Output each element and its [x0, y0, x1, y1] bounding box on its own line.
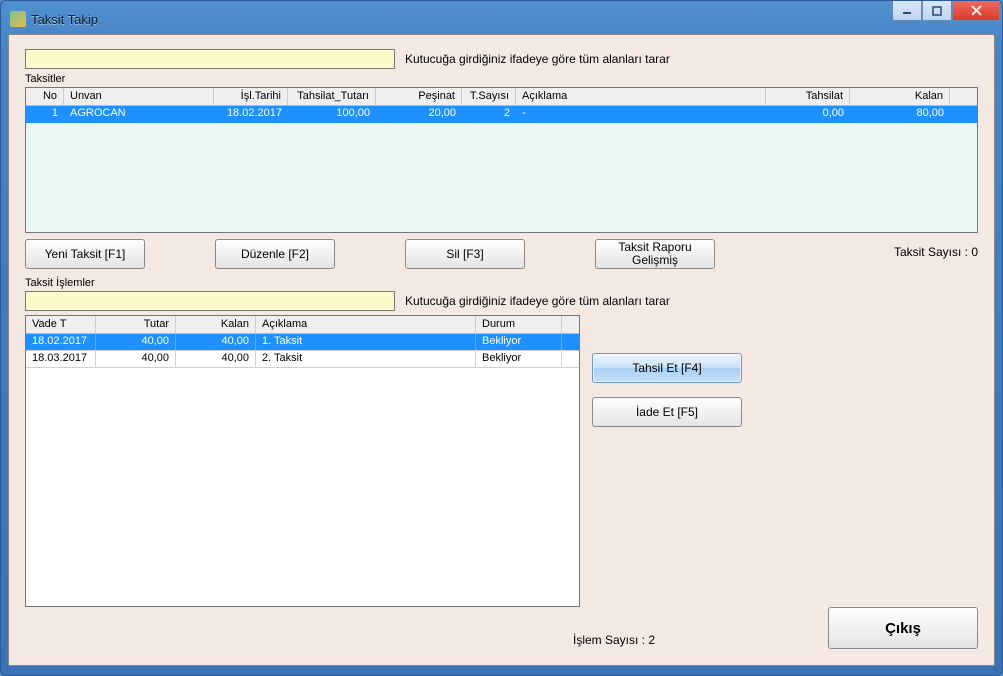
col-tahsilat[interactable]: Tahsilat [766, 88, 850, 105]
col-tahsilat-tutari[interactable]: Tahsilat_Tutarı [288, 88, 376, 105]
cell-tahsilat-tutari: 100,00 [288, 106, 376, 123]
cell-tahsilat: 0,00 [766, 106, 850, 123]
islemler-grid[interactable]: Vade T Tutar Kalan Açıklama Durum 18.02.… [25, 315, 580, 607]
islem-row[interactable]: 18.02.2017 40,00 40,00 1. Taksit Bekliyo… [26, 334, 579, 351]
col-unvan[interactable]: Unvan [64, 88, 214, 105]
taksitler-grid-header: No Unvan İşl.Tarihi Tahsilat_Tutarı Peşi… [26, 88, 977, 106]
col-aciklama[interactable]: Açıklama [516, 88, 766, 105]
report-button[interactable]: Taksit Raporu Gelişmiş [595, 239, 715, 269]
cell-kalan2: 40,00 [176, 351, 256, 367]
islem-search-input[interactable] [25, 291, 395, 311]
taksit-buttons-row: Yeni Taksit [F1] Düzenle [F2] Sil [F3] T… [25, 239, 978, 269]
cell-unvan: AGROCAN [64, 106, 214, 123]
side-buttons: Tahsil Et [F4] İade Et [F5] [592, 353, 742, 607]
islemler-grid-header: Vade T Tutar Kalan Açıklama Durum [26, 316, 579, 334]
cell-no: 1 [26, 106, 64, 123]
col-vade[interactable]: Vade T [26, 316, 96, 333]
top-search-hint: Kutucuğa girdiğiniz ifadeye göre tüm ala… [405, 52, 670, 66]
lower-area: Vade T Tutar Kalan Açıklama Durum 18.02.… [25, 315, 978, 607]
taksitler-label: Taksitler [25, 73, 978, 85]
cell-tutar: 40,00 [96, 334, 176, 350]
col-t-sayisi[interactable]: T.Sayısı [462, 88, 516, 105]
tahsil-et-button[interactable]: Tahsil Et [F4] [592, 353, 742, 383]
islem-count-label: İşlem Sayısı : 2 [573, 633, 655, 647]
cell-isl-tarihi: 18.02.2017 [214, 106, 288, 123]
app-window: Taksit Takip Kutucuğa girdiğiniz ifadeye… [0, 0, 1003, 676]
edit-button[interactable]: Düzenle [F2] [215, 239, 335, 269]
cell-vade: 18.02.2017 [26, 334, 96, 350]
cell-kalan2: 40,00 [176, 334, 256, 350]
new-taksit-button[interactable]: Yeni Taksit [F1] [25, 239, 145, 269]
cell-durum: Bekliyor [476, 351, 562, 367]
titlebar[interactable]: Taksit Takip [8, 8, 995, 30]
col-isl-tarihi[interactable]: İşl.Tarihi [214, 88, 288, 105]
taksitler-row[interactable]: 1 AGROCAN 18.02.2017 100,00 20,00 2 - 0,… [26, 106, 977, 123]
app-icon [10, 11, 26, 27]
cell-aciklama2: 1. Taksit [256, 334, 476, 350]
taksitler-grid[interactable]: No Unvan İşl.Tarihi Tahsilat_Tutarı Peşi… [25, 87, 978, 233]
col-pesinat[interactable]: Peşinat [376, 88, 462, 105]
exit-button[interactable]: Çıkış [828, 607, 978, 649]
cell-durum: Bekliyor [476, 334, 562, 350]
cell-vade: 18.03.2017 [26, 351, 96, 367]
cell-t-sayisi: 2 [462, 106, 516, 123]
col-no[interactable]: No [26, 88, 64, 105]
islem-search-hint: Kutucuğa girdiğiniz ifadeye göre tüm ala… [405, 294, 670, 308]
close-button[interactable] [952, 1, 1000, 21]
islemler-label: Taksit İşlemler [25, 277, 978, 289]
cell-aciklama2: 2. Taksit [256, 351, 476, 367]
window-title: Taksit Takip [31, 12, 98, 27]
cell-tutar: 40,00 [96, 351, 176, 367]
minimize-button[interactable] [892, 1, 922, 21]
islem-row[interactable]: 18.03.2017 40,00 40,00 2. Taksit Bekliyo… [26, 351, 579, 368]
iade-et-button[interactable]: İade Et [F5] [592, 397, 742, 427]
client-area: Kutucuğa girdiğiniz ifadeye göre tüm ala… [8, 34, 995, 666]
cell-aciklama: - [516, 106, 766, 123]
col-aciklama2[interactable]: Açıklama [256, 316, 476, 333]
delete-button[interactable]: Sil [F3] [405, 239, 525, 269]
col-kalan[interactable]: Kalan [850, 88, 950, 105]
cell-kalan: 80,00 [850, 106, 950, 123]
maximize-button[interactable] [922, 1, 952, 21]
col-tutar[interactable]: Tutar [96, 316, 176, 333]
taksit-count-label: Taksit Sayısı : 0 [894, 245, 978, 259]
top-search-input[interactable] [25, 49, 395, 69]
window-controls [892, 1, 1000, 21]
col-durum[interactable]: Durum [476, 316, 562, 333]
islem-search-row: Kutucuğa girdiğiniz ifadeye göre tüm ala… [25, 291, 978, 311]
cell-pesinat: 20,00 [376, 106, 462, 123]
top-search-row: Kutucuğa girdiğiniz ifadeye göre tüm ala… [25, 49, 978, 69]
col-kalan2[interactable]: Kalan [176, 316, 256, 333]
islemler-column: Vade T Tutar Kalan Açıklama Durum 18.02.… [25, 315, 580, 607]
